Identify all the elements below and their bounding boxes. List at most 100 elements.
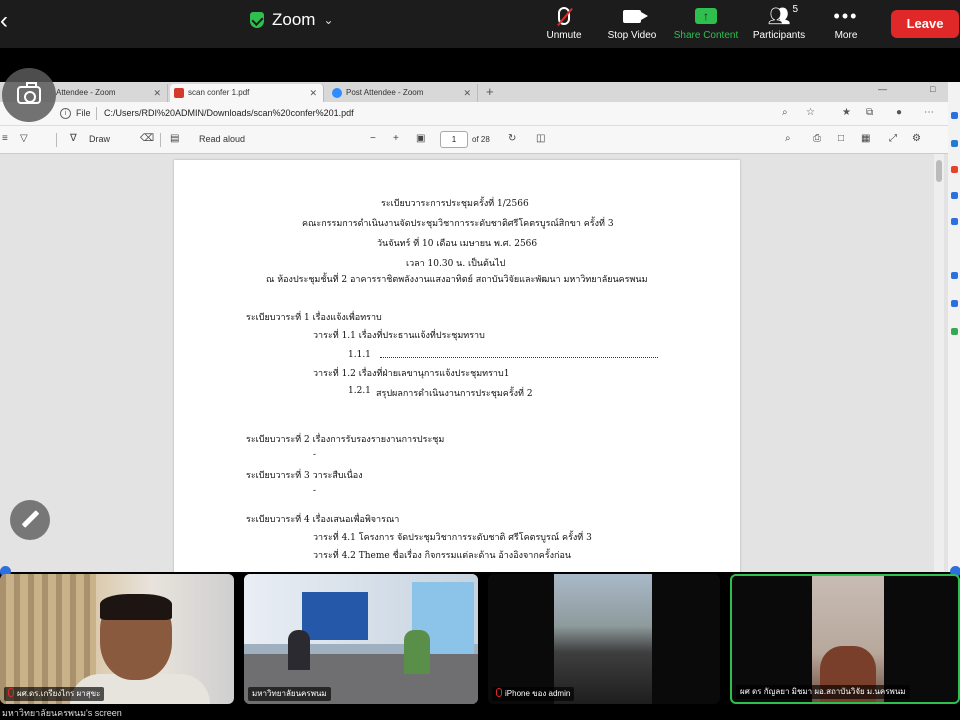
close-tab-icon[interactable]: ✕ [153,84,161,102]
participant-video-tile[interactable]: iPhone ของ admin [488,574,720,704]
menu-dots-icon[interactable]: ⋯ [924,107,934,118]
switch-camera-button[interactable] [2,68,56,122]
print-icon[interactable]: ⎙ [813,133,821,144]
more-label: More [834,30,858,41]
sidebar-app-icon[interactable] [951,328,958,335]
tab-scan-confer[interactable]: scan confer 1.pdf ✕ [170,84,324,102]
participant-name-tag: ผศ ดร กัญลยา มิชมา ผอ.สถาบันวิจัย ม.นครพ… [736,685,910,699]
annotate-button[interactable] [10,500,50,540]
agenda-item-4-2: วาระที่ 4.2 Theme ชื่อเรื่อง กิจกรรมแต่ล… [313,551,572,561]
mic-muted-icon [558,7,570,25]
fit-page-icon[interactable]: ▣ [416,133,425,144]
participant-count: 5 [792,4,798,15]
pdf-toolbar: ≡ ▽ ∇ Draw ⌫ ▤ Read aloud − + ▣ 1 of 28 … [0,126,948,154]
sidebar-app-icon[interactable] [951,166,958,173]
favorites-icon[interactable]: ★ [842,107,851,118]
save-as-icon[interactable]: ▦ [861,133,870,144]
new-tab-icon[interactable]: + [486,84,494,99]
save-icon[interactable]: □ [838,133,844,144]
agenda-item-1-2-1-text: สรุปผลการดำเนินงานการประชุมครั้งที่ 2 [376,389,533,399]
agenda-item-1-1-1: 1.1.1 [348,350,371,360]
browser-sidebar [948,82,960,572]
unmute-label: Unmute [546,30,582,41]
share-content-label: Share Content [673,30,739,41]
room-person [404,630,430,674]
collections-icon[interactable]: ⧉ [866,107,873,118]
screen-share-label: มหาวิทยาลัยนครพนม's screen [2,708,122,718]
sidebar-app-icon[interactable] [951,272,958,279]
settings-gear-icon[interactable]: ⚙ [912,133,921,144]
address-separator [96,107,97,120]
active-speaker-video-tile[interactable]: ผศ ดร กัญลยา มิชมา ผอ.สถาบันวิจัย ม.นครพ… [730,574,960,704]
unmute-button[interactable]: Unmute [525,4,603,44]
maximize-icon[interactable]: □ [930,84,935,94]
highlight-icon[interactable]: ▽ [20,133,28,144]
eraser-icon[interactable]: ⌫ [140,133,154,144]
fullscreen-icon[interactable]: ⤢ [889,133,897,144]
address-bar: i File C:/Users/RDI%20ADMIN/Downloads/sc… [0,102,948,126]
search-icon[interactable]: ⌕ [785,133,791,144]
page-number-input[interactable]: 1 [440,131,468,148]
room-person [288,630,310,670]
sidebar-app-icon[interactable] [951,300,958,307]
favorite-star-icon[interactable]: ☆ [806,107,815,118]
url-scheme: File [76,108,91,118]
sidebar-app-icon[interactable] [951,112,958,119]
participant-video-tile[interactable]: ผศ.ดร.เกรียงไกร ผาสุขะ [0,574,234,704]
tab-post-attendee-zoom[interactable]: Post Attendee - Zoom ✕ [328,84,478,102]
close-tab-icon[interactable]: ✕ [309,84,317,102]
zoom-out-icon[interactable]: − [370,133,376,144]
stop-video-button[interactable]: Stop Video [593,4,671,44]
agenda-item-3: ระเบียบวาระที่ 3 วาระสืบเนื่อง [246,471,363,481]
profile-avatar-icon[interactable]: ● [896,107,902,118]
rotate-icon[interactable]: ↻ [508,133,516,144]
contents-icon[interactable]: ≡ [2,133,8,144]
sidebar-app-icon[interactable] [951,218,958,225]
room-projector-screen [302,592,368,640]
meeting-title: Zoom [272,10,316,29]
zoom-in-icon[interactable]: + [393,133,399,144]
back-arrow-icon[interactable]: ‹ [0,8,20,34]
browser-tab-strip: Attendee - Zoom ✕ scan confer 1.pdf ✕ Po… [0,82,948,102]
scrollbar-thumb[interactable] [936,160,942,182]
chevron-down-icon: ⌄ [323,13,334,27]
share-status-bar: มหาวิทยาลัยนครพนม's screen [0,706,960,720]
stop-video-label: Stop Video [607,30,657,41]
agenda-item-4: ระเบียบวาระที่ 4 เรื่องเสนอเพื่อพิจารณา [246,515,400,525]
pdf-scrollbar[interactable] [934,154,944,572]
more-button[interactable]: ••• More [807,4,885,44]
date-line: วันจันทร์ ที่ 10 เดือน เมษายน พ.ศ. 2566 [377,239,538,249]
read-aloud-button[interactable]: Read aloud [199,134,245,144]
participant-name: ผศ.ดร.เกรียงไกร ผาสุขะ [17,689,101,698]
agenda-item-3-dash: - [313,486,317,496]
page-total: of 28 [472,135,490,144]
mic-muted-icon [496,688,502,697]
time-line: เวลา 10.30 น. เป็นต้นไป [406,259,506,269]
read-aloud-icon[interactable]: ▤ [170,133,179,144]
agenda-item-2-dash: - [313,450,317,460]
url-field[interactable]: C:/Users/RDI%20ADMIN/Downloads/scan%20co… [104,108,354,118]
zoom-magnifier-icon[interactable]: ⌕ [782,107,788,118]
draw-pen-icon[interactable]: ∇ [70,133,77,144]
participant-video-tile[interactable]: มหาวิทยาลัยนครพนม [244,574,478,704]
sidebar-app-icon[interactable] [951,192,958,199]
share-content-button[interactable]: ↑ Share Content [667,4,745,44]
participants-icon: 👥︎ [767,6,791,26]
page-view-icon[interactable]: ◫ [536,133,545,144]
info-icon[interactable]: i [60,108,71,119]
shared-browser-window: Attendee - Zoom ✕ scan confer 1.pdf ✕ Po… [0,82,948,572]
camera-switch-icon [17,82,41,104]
leave-button[interactable]: Leave [891,10,959,38]
sidebar-app-icon[interactable] [951,140,958,147]
agenda-item-1-1: วาระที่ 1.1 เรื่องที่ประธานแจ้งที่ประชุม… [313,331,485,341]
more-dots-icon: ••• [833,6,859,26]
draw-button[interactable]: Draw [89,134,110,144]
minimize-icon[interactable]: — [878,84,887,94]
close-tab-icon[interactable]: ✕ [463,84,471,102]
participant-hair [100,594,172,620]
agenda-item-2: ระเบียบวาระที่ 2 เรื่องการรับรองรายงานกา… [246,435,445,445]
meeting-info-button[interactable]: Zoom ⌄ [250,8,334,32]
participant-name-tag: มหาวิทยาลัยนครพนม [248,687,331,701]
zoom-logo-icon [332,88,342,98]
pdf-icon [174,88,184,98]
